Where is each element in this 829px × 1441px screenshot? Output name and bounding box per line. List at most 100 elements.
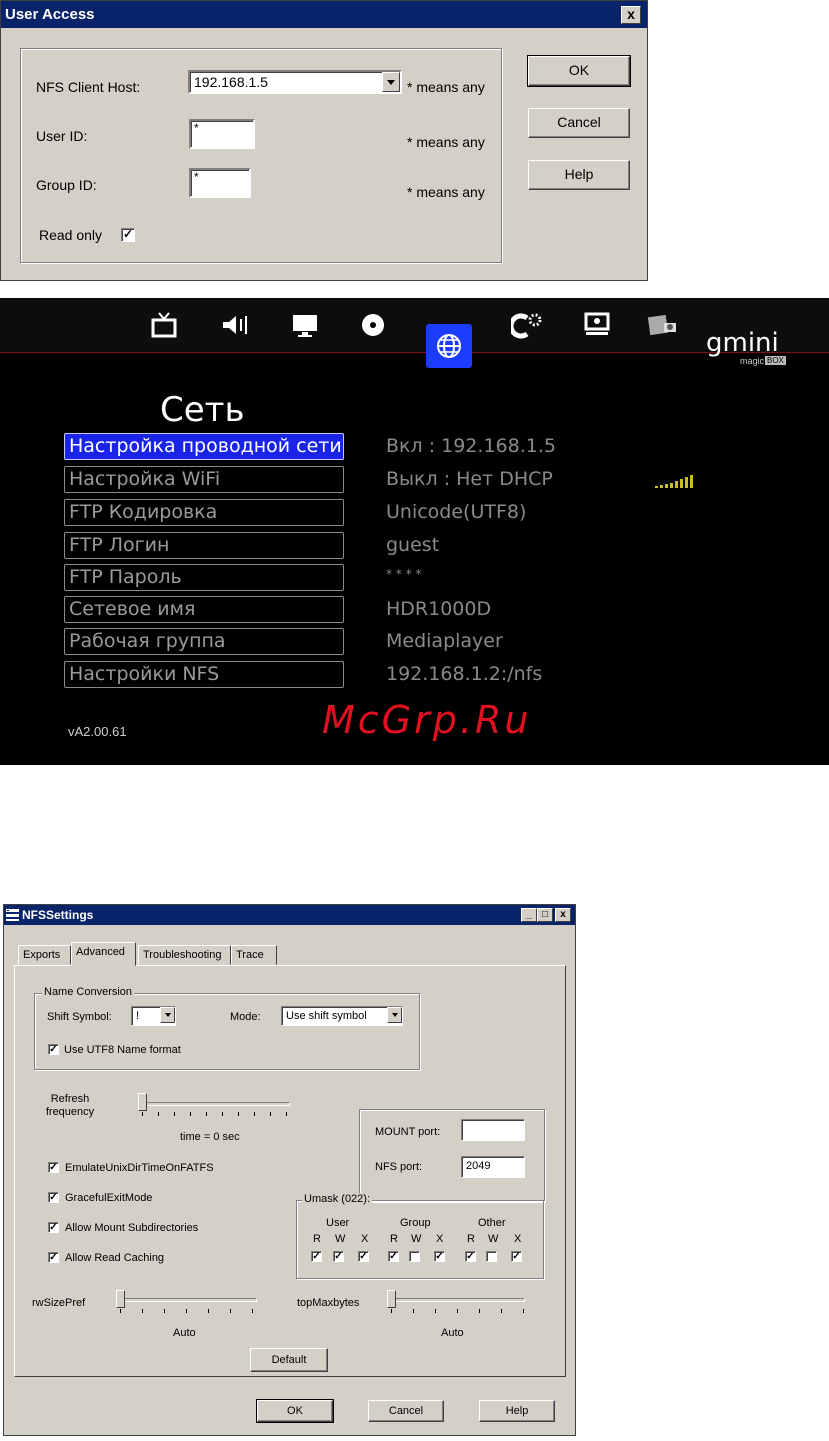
umask-other-w-checkbox[interactable] [486, 1251, 497, 1262]
emulate-checkbox[interactable]: ✓ [48, 1162, 59, 1173]
topmax-value: Auto [441, 1327, 464, 1339]
shift-symbol-value: ! [136, 1010, 140, 1022]
rwsize-value: Auto [173, 1327, 196, 1339]
umask-x: X [514, 1233, 522, 1245]
shift-symbol-label: Shift Symbol: [47, 1011, 112, 1023]
rwsize-slider-thumb[interactable] [116, 1290, 125, 1308]
rwsize-slider-track [119, 1298, 257, 1302]
logo-sub: magic [740, 356, 765, 366]
topmax-ticks [391, 1309, 526, 1314]
version-label: vA2.00.61 [68, 724, 127, 739]
disc-icon[interactable] [350, 310, 396, 344]
minimize-icon[interactable]: _ [521, 908, 537, 922]
mode-label: Mode: [230, 1011, 261, 1023]
chevron-down-icon[interactable] [382, 72, 400, 92]
user-id-hint: * means any [407, 134, 485, 150]
topmax-slider-thumb[interactable] [387, 1290, 396, 1308]
utf8-checkbox[interactable]: ✓ [48, 1044, 59, 1055]
user-id-value: * [194, 121, 199, 135]
host-value: 192.168.1.5 [194, 74, 268, 90]
umask-user-r-checkbox[interactable]: ✓ [311, 1251, 322, 1262]
menu-item-wifi[interactable]: Настройка WiFi [64, 466, 344, 493]
cancel-button[interactable]: Cancel [528, 108, 630, 138]
menu-item-ftp-password[interactable]: FTP Пароль [64, 564, 344, 591]
group-id-hint: * means any [407, 184, 485, 200]
ok-button[interactable]: OK [256, 1399, 334, 1423]
mount-port-label: MOUNT port: [375, 1126, 441, 1138]
group-id-label: Group ID: [36, 177, 97, 193]
screen-settings-icon[interactable] [574, 310, 620, 344]
refresh-ticks [142, 1112, 290, 1117]
cancel-button[interactable]: Cancel [368, 1400, 444, 1422]
tv-network-menu: gmini magic BOX Сеть Настройка проводной… [0, 298, 829, 765]
close-icon[interactable]: x [621, 6, 641, 24]
tab-advanced[interactable]: Advanced [71, 942, 136, 966]
value-nfs: 192.168.1.2:/nfs [386, 663, 543, 685]
utf8-label: Use UTF8 Name format [64, 1044, 181, 1056]
user-id-label: User ID: [36, 128, 88, 144]
menu-item-ftp-login[interactable]: FTP Логин [64, 532, 344, 559]
chevron-down-icon[interactable] [160, 1007, 175, 1023]
refresh-slider-thumb[interactable] [138, 1093, 147, 1111]
menu-item-workgroup[interactable]: Рабочая группа [64, 628, 344, 655]
help-button[interactable]: Help [479, 1400, 555, 1422]
refresh-slider-track [141, 1102, 290, 1106]
read-only-label: Read only [39, 227, 103, 243]
dialog-title: NFSSettings [4, 905, 575, 925]
group-id-value: * [194, 170, 199, 184]
user-id-field[interactable]: * [189, 119, 255, 149]
graceful-checkbox[interactable]: ✓ [48, 1192, 59, 1203]
umask-group-x-checkbox[interactable]: ✓ [434, 1251, 445, 1262]
menu-item-nfs[interactable]: Настройки NFS [64, 661, 344, 688]
gear-icon[interactable] [505, 310, 551, 344]
help-button[interactable]: Help [528, 160, 630, 190]
globe-icon[interactable] [426, 324, 472, 368]
ok-button[interactable]: OK [527, 55, 631, 87]
host-combo[interactable]: 192.168.1.5 [188, 70, 402, 94]
tv-icon[interactable] [141, 310, 187, 344]
nfs-port-field[interactable]: 2049 [461, 1156, 525, 1178]
read-only-checkbox[interactable]: ✓ [121, 228, 135, 242]
speaker-icon[interactable] [212, 310, 258, 344]
umask-title: Umask (022): [302, 1193, 373, 1205]
value-ftp-password: * * * * [386, 567, 422, 581]
mode-select[interactable]: Use shift symbol [281, 1006, 403, 1026]
shift-symbol-select[interactable]: ! [131, 1006, 176, 1026]
tv-icon-bar [0, 298, 829, 352]
topmax-label: topMaxbytes [297, 1297, 360, 1309]
menu-item-ftp-encoding[interactable]: FTP Кодировка [64, 499, 344, 526]
topmax-slider-track [390, 1298, 525, 1302]
umask-user-x-checkbox[interactable]: ✓ [358, 1251, 369, 1262]
mount-sub-checkbox[interactable]: ✓ [48, 1222, 59, 1233]
mount-port-field[interactable] [461, 1119, 525, 1141]
tab-exports[interactable]: Exports [18, 945, 71, 965]
menu-item-wired[interactable]: Настройка проводной сети [64, 433, 344, 460]
umask-group-r-checkbox[interactable]: ✓ [388, 1251, 399, 1262]
umask-other-r-checkbox[interactable]: ✓ [465, 1251, 476, 1262]
read-cache-checkbox[interactable]: ✓ [48, 1252, 59, 1263]
umask-x: X [436, 1233, 444, 1245]
value-wifi: Выкл : Нет DHCP [386, 468, 553, 490]
umask-user-label: User [326, 1217, 350, 1229]
signal-icon [655, 474, 697, 491]
umask-group-w-checkbox[interactable] [409, 1251, 420, 1262]
umask-user-w-checkbox[interactable]: ✓ [333, 1251, 344, 1262]
photo-icon[interactable] [640, 310, 686, 344]
tab-trace[interactable]: Trace [231, 945, 277, 965]
close-icon[interactable]: x [555, 908, 571, 922]
menu-item-network-name[interactable]: Сетевое имя [64, 596, 344, 623]
divider [0, 352, 829, 353]
group-id-field[interactable]: * [189, 168, 251, 198]
host-label: NFS Client Host: [36, 79, 141, 95]
rwsize-label: rwSizePref [32, 1297, 86, 1309]
mount-sub-label: Allow Mount Subdirectories [65, 1222, 199, 1234]
value-wired: Вкл : 192.168.1.5 [386, 435, 556, 457]
monitor-icon[interactable] [282, 310, 328, 344]
default-button[interactable]: Default [250, 1348, 328, 1372]
chevron-down-icon[interactable] [387, 1007, 402, 1023]
maximize-icon[interactable]: □ [537, 908, 553, 922]
host-hint: * means any [407, 79, 485, 95]
value-network-name: HDR1000D [386, 598, 492, 620]
tab-troubleshooting[interactable]: Troubleshooting [138, 945, 231, 965]
umask-other-x-checkbox[interactable]: ✓ [511, 1251, 522, 1262]
